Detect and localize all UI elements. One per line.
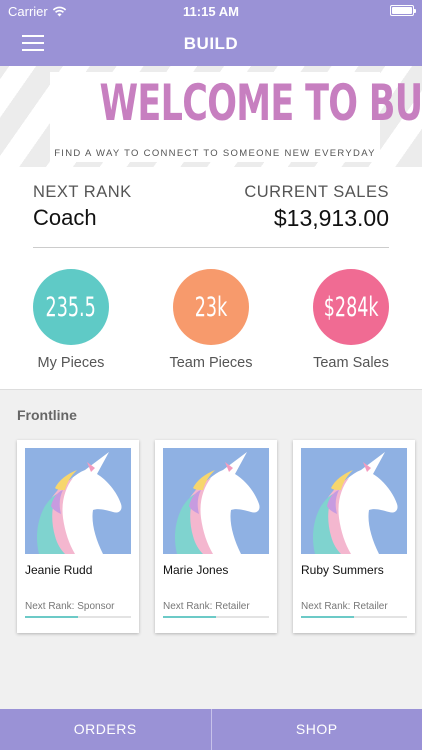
bottom-tab-bar: ORDERS SHOP (0, 709, 422, 750)
frontline-section: Frontline Jeanie Rudd Next Rank: Sponsor (0, 389, 422, 709)
stat-value: $284k (323, 291, 379, 323)
next-rank-label: NEXT RANK (33, 183, 132, 201)
stat-label: Team Pieces (169, 355, 253, 371)
banner-title: WELCOME TO BUILD! (99, 74, 422, 132)
status-bar: Carrier 11:15 AM (0, 0, 422, 22)
stat-team-sales: $284k Team Sales (296, 269, 406, 371)
battery-icon (390, 5, 416, 16)
stat-value: 23k (194, 291, 228, 323)
stat-label: My Pieces (37, 355, 105, 371)
progress-bar (163, 616, 269, 618)
welcome-banner: WELCOME TO BUILD! FIND A WAY TO CONNECT … (0, 66, 422, 167)
frontline-card[interactable]: Jeanie Rudd Next Rank: Sponsor (17, 440, 139, 633)
next-rank-value: Coach (33, 205, 97, 230)
nav-bar: BUILD (0, 22, 422, 66)
progress-bar (301, 616, 407, 618)
summary-panel: NEXT RANK Coach CURRENT SALES $13,913.00… (0, 167, 422, 389)
stat-label: Team Sales (313, 355, 389, 371)
status-time: 11:15 AM (183, 4, 239, 19)
stat-circle: $284k (313, 269, 389, 345)
current-sales-value: $13,913.00 (273, 205, 389, 231)
divider (33, 247, 389, 248)
stat-my-pieces: 235.5 My Pieces (16, 269, 126, 371)
member-name: Jeanie Rudd (25, 563, 93, 577)
member-name: Ruby Summers (301, 563, 384, 577)
current-sales-label: CURRENT SALES (244, 183, 389, 201)
unicorn-avatar-icon (301, 448, 407, 554)
tab-orders[interactable]: ORDERS (0, 709, 211, 750)
banner-subtitle: FIND A WAY TO CONNECT TO SOMEONE NEW EVE… (54, 148, 376, 159)
tab-shop[interactable]: SHOP (210, 709, 422, 750)
stat-circle: 235.5 (33, 269, 109, 345)
member-next-rank: Next Rank: Retailer (163, 601, 250, 612)
member-name: Marie Jones (163, 563, 229, 577)
banner-panel: WELCOME TO BUILD! FIND A WAY TO CONNECT … (50, 72, 422, 162)
section-title: Frontline (17, 407, 77, 423)
member-next-rank: Next Rank: Sponsor (25, 601, 115, 612)
frontline-card[interactable]: Marie Jones Next Rank: Retailer (155, 440, 277, 633)
unicorn-avatar-icon (25, 448, 131, 554)
stat-circle: 23k (173, 269, 249, 345)
stat-team-pieces: 23k Team Pieces (156, 269, 266, 371)
member-next-rank: Next Rank: Retailer (301, 601, 388, 612)
unicorn-avatar-icon (163, 448, 269, 554)
stat-value: 235.5 (45, 291, 97, 323)
frontline-card[interactable]: Ruby Summers Next Rank: Retailer (293, 440, 415, 633)
page-title: BUILD (183, 34, 239, 53)
top-bar: Carrier 11:15 AM BUILD (0, 0, 422, 66)
progress-bar (25, 616, 131, 618)
